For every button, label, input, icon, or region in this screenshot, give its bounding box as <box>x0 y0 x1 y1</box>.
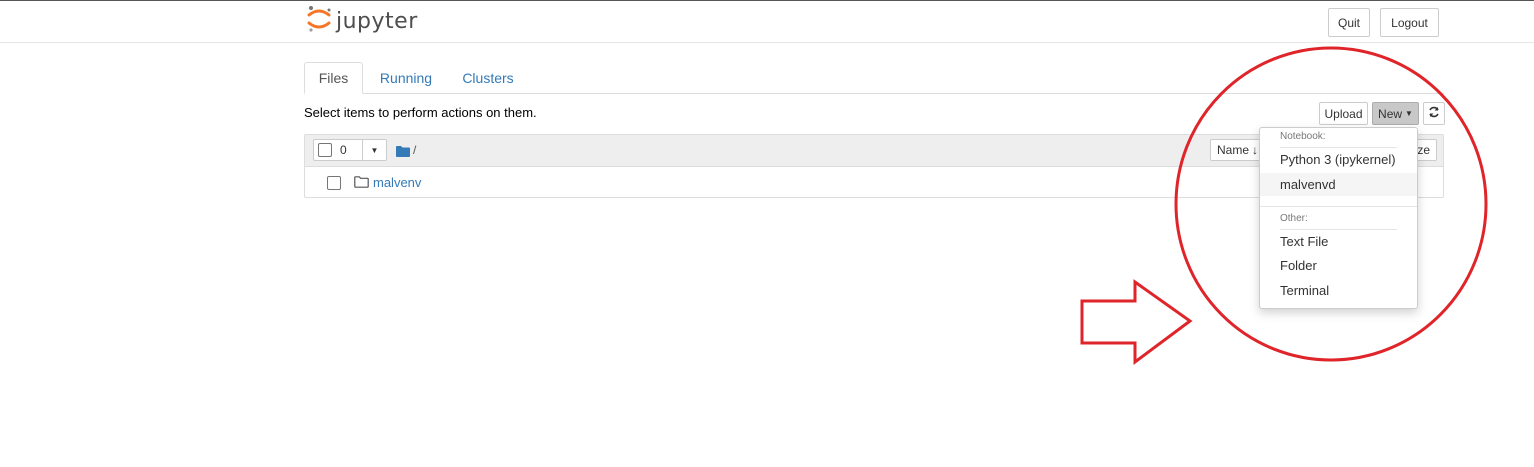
jupyter-logo-icon <box>306 5 332 38</box>
upload-button[interactable]: Upload <box>1319 102 1368 125</box>
logo-text: jupyter <box>336 8 418 34</box>
selected-count: 0 <box>340 143 347 157</box>
folder-icon[interactable] <box>396 144 410 162</box>
menu-divider <box>1260 206 1417 207</box>
folder-outline-icon <box>354 175 369 193</box>
refresh-button[interactable] <box>1423 102 1445 125</box>
jupyter-logo[interactable]: jupyter <box>306 5 418 38</box>
selection-dropdown-button[interactable]: ▼ <box>362 139 387 161</box>
new-button-label: New <box>1378 106 1403 121</box>
select-all-checkbox[interactable] <box>318 143 332 157</box>
new-dropdown-menu: Notebook: Python 3 (ipykernel) malvenvd … <box>1259 127 1418 309</box>
header: jupyter Quit Logout <box>0 1 1534 43</box>
menu-item-text-file[interactable]: Text File <box>1260 230 1417 253</box>
info-text: Select items to perform actions on them. <box>304 105 537 120</box>
breadcrumb-path[interactable]: / <box>413 143 416 157</box>
caret-down-icon: ▼ <box>370 145 379 155</box>
caret-down-icon: ▼ <box>1405 109 1413 118</box>
item-checkbox[interactable] <box>327 176 341 190</box>
new-button[interactable]: New ▼ <box>1372 102 1419 125</box>
other-section-header: Other: <box>1280 213 1308 224</box>
menu-item-terminal[interactable]: Terminal <box>1260 279 1417 302</box>
tab-running[interactable]: Running <box>370 62 442 93</box>
tab-bar: Files Running Clusters <box>304 62 1444 94</box>
select-all-control[interactable]: 0 <box>313 139 363 161</box>
sort-size-label: ze <box>1417 143 1430 157</box>
tab-files[interactable]: Files <box>304 62 363 94</box>
arrow-down-icon: ↓ <box>1252 143 1259 157</box>
menu-item-python3[interactable]: Python 3 (ipykernel) <box>1260 148 1417 171</box>
tab-clusters[interactable]: Clusters <box>452 62 524 93</box>
quit-button[interactable]: Quit <box>1328 8 1370 37</box>
sort-name-label: Name <box>1217 143 1250 157</box>
menu-item-folder[interactable]: Folder <box>1260 254 1417 277</box>
menu-item-malvenvd[interactable]: malvenvd <box>1260 173 1417 196</box>
item-name-link[interactable]: malvenv <box>373 175 421 190</box>
refresh-icon <box>1428 106 1440 121</box>
notebook-section-header: Notebook: <box>1280 131 1326 142</box>
annotation-arrow <box>1080 279 1193 365</box>
logout-button[interactable]: Logout <box>1380 8 1439 37</box>
